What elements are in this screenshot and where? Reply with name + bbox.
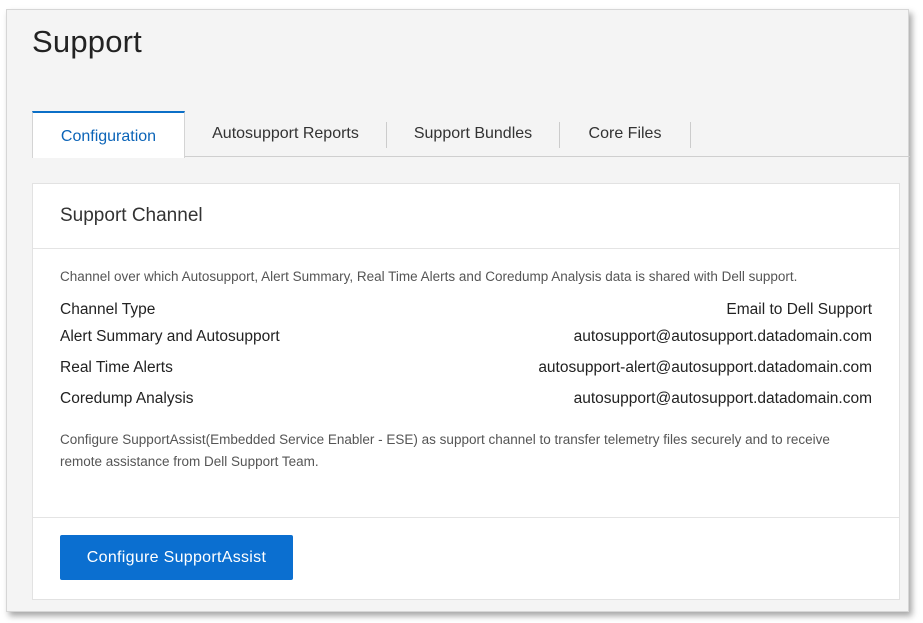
- card-header: Support Channel: [33, 184, 899, 249]
- row-label: Channel Type: [60, 301, 156, 318]
- info-row-channel-type: Channel Type Email to Dell Support: [60, 301, 872, 323]
- row-value: autosupport@autosupport.datadomain.com: [573, 328, 872, 345]
- info-row-alert-summary: Alert Summary and Autosupport autosuppor…: [60, 328, 872, 350]
- row-value: autosupport@autosupport.datadomain.com: [573, 390, 872, 407]
- support-window: Support Configuration Autosupport Report…: [6, 9, 910, 612]
- row-label: Alert Summary and Autosupport: [60, 328, 280, 345]
- page-title: Support: [32, 24, 142, 59]
- support-channel-card: Support Channel Channel over which Autos…: [32, 183, 900, 600]
- row-label: Real Time Alerts: [60, 359, 173, 376]
- channel-description: Channel over which Autosupport, Alert Su…: [60, 269, 798, 284]
- row-label: Coredump Analysis: [60, 390, 194, 407]
- row-value: Email to Dell Support: [726, 301, 872, 318]
- card-title: Support Channel: [60, 205, 203, 226]
- supportassist-note: Configure SupportAssist(Embedded Service…: [60, 432, 830, 469]
- configure-supportassist-button[interactable]: Configure SupportAssist: [60, 535, 293, 580]
- info-row-real-time-alerts: Real Time Alerts autosupport-alert@autos…: [60, 359, 872, 381]
- tab-support-bundles[interactable]: Support Bundles: [387, 111, 559, 157]
- tab-divider: [690, 122, 691, 148]
- tab-core-files[interactable]: Core Files: [560, 111, 690, 157]
- info-row-coredump-analysis: Coredump Analysis autosupport@autosuppor…: [60, 390, 872, 412]
- tab-configuration[interactable]: Configuration: [32, 111, 185, 158]
- tab-autosupport-reports[interactable]: Autosupport Reports: [185, 111, 386, 157]
- card-footer-divider: [33, 517, 899, 518]
- row-value: autosupport-alert@autosupport.datadomain…: [538, 359, 872, 376]
- tab-bar: Configuration Autosupport Reports Suppor…: [32, 111, 910, 158]
